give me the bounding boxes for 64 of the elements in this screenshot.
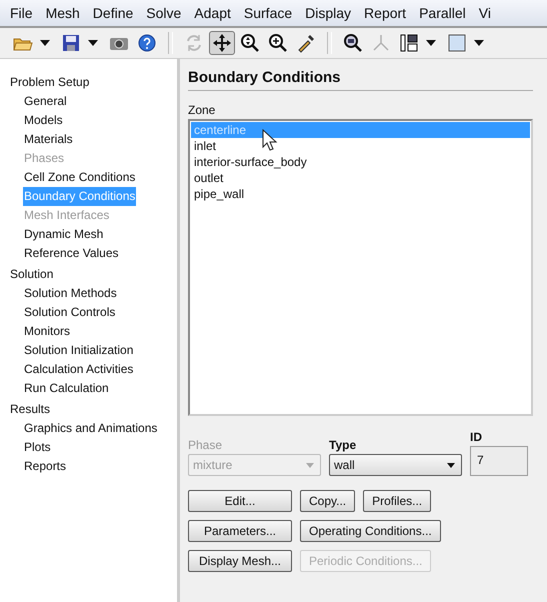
sidebar-item[interactable]: Plots: [23, 438, 52, 457]
zone-item[interactable]: inlet: [191, 138, 530, 154]
type-dropdown[interactable]: wall: [329, 454, 462, 476]
menu-item[interactable]: Define: [88, 5, 142, 21]
sidebar-item[interactable]: Dynamic Mesh: [23, 225, 104, 244]
zone-item[interactable]: interior-surface_body: [191, 154, 530, 170]
sidebar-section[interactable]: Problem Setup: [10, 73, 177, 92]
sidebar-item[interactable]: Monitors: [23, 322, 72, 341]
layout-icon: [399, 33, 419, 53]
sidebar-item[interactable]: Reports: [23, 457, 68, 476]
sidebar-item[interactable]: Cell Zone Conditions: [23, 168, 136, 187]
sidebar-section[interactable]: Results: [10, 400, 177, 419]
sidebar-item[interactable]: Models: [23, 111, 64, 130]
caret-icon[interactable]: [474, 40, 484, 46]
dialog-button[interactable]: Profiles...: [363, 490, 432, 512]
menu-item[interactable]: Mesh: [42, 5, 89, 21]
caret-icon: [447, 462, 455, 468]
phase-label: Phase: [188, 438, 224, 452]
menu-item[interactable]: Report: [360, 5, 416, 21]
toolbar-button[interactable]: [209, 31, 235, 55]
window-icon: [447, 33, 467, 53]
panel-title: Boundary Conditions: [188, 69, 533, 91]
sidebar-item[interactable]: Solution Initialization: [23, 341, 134, 360]
zone-item[interactable]: outlet: [191, 170, 530, 186]
zone-label: Zone: [188, 103, 216, 117]
dialog-button[interactable]: Edit...: [188, 490, 292, 512]
sidebar-item[interactable]: Materials: [23, 130, 74, 149]
caret-icon[interactable]: [426, 40, 436, 46]
dialog-button[interactable]: Copy...: [300, 490, 356, 512]
dialog-button[interactable]: Operating Conditions...: [300, 520, 441, 542]
sidebar-item[interactable]: Solution Controls: [23, 303, 116, 322]
zoom-in-icon: [268, 33, 288, 53]
sidebar-section[interactable]: Solution: [10, 265, 177, 284]
menu-item[interactable]: Surface: [240, 5, 302, 21]
menu-item[interactable]: Parallel: [415, 5, 475, 21]
type-label: Type: [329, 438, 358, 452]
zone-list[interactable]: centerline inlet interior-surface_body outlet pipe_wall: [188, 119, 533, 416]
move-icon: [212, 33, 232, 53]
zoom-icon: [240, 33, 260, 53]
cursor-icon: [262, 129, 278, 151]
magnifier-icon: [343, 33, 363, 53]
menu-item[interactable]: Adapt: [190, 5, 240, 21]
caret-icon[interactable]: [40, 40, 50, 46]
sidebar-item[interactable]: Run Calculation: [23, 379, 110, 398]
sidebar-item[interactable]: Solution Methods: [23, 284, 118, 303]
menu-item[interactable]: Display: [301, 5, 360, 21]
menu-item[interactable]: Solve: [142, 5, 190, 21]
id-label: ID: [470, 430, 483, 444]
help-icon: [137, 33, 157, 53]
sidebar-item[interactable]: General: [23, 92, 68, 111]
sidebar-item[interactable]: Reference Values: [23, 244, 120, 263]
rotate-icon: [184, 33, 204, 53]
dialog-button[interactable]: Display Mesh...: [188, 550, 292, 572]
caret-icon: [306, 462, 314, 468]
id-field[interactable]: 7: [470, 446, 528, 476]
menu-item[interactable]: Vi: [474, 5, 500, 21]
dialog-button[interactable]: Parameters...: [188, 520, 292, 542]
menu-item[interactable]: File: [6, 5, 42, 21]
sidebar-item[interactable]: Graphics and Animations: [23, 419, 158, 438]
eyedropper-icon: [296, 33, 316, 53]
sidebar-item[interactable]: Calculation Activities: [23, 360, 134, 379]
caret-icon[interactable]: [88, 40, 98, 46]
axes-icon: [371, 33, 391, 53]
zone-item[interactable]: pipe_wall: [191, 186, 530, 202]
